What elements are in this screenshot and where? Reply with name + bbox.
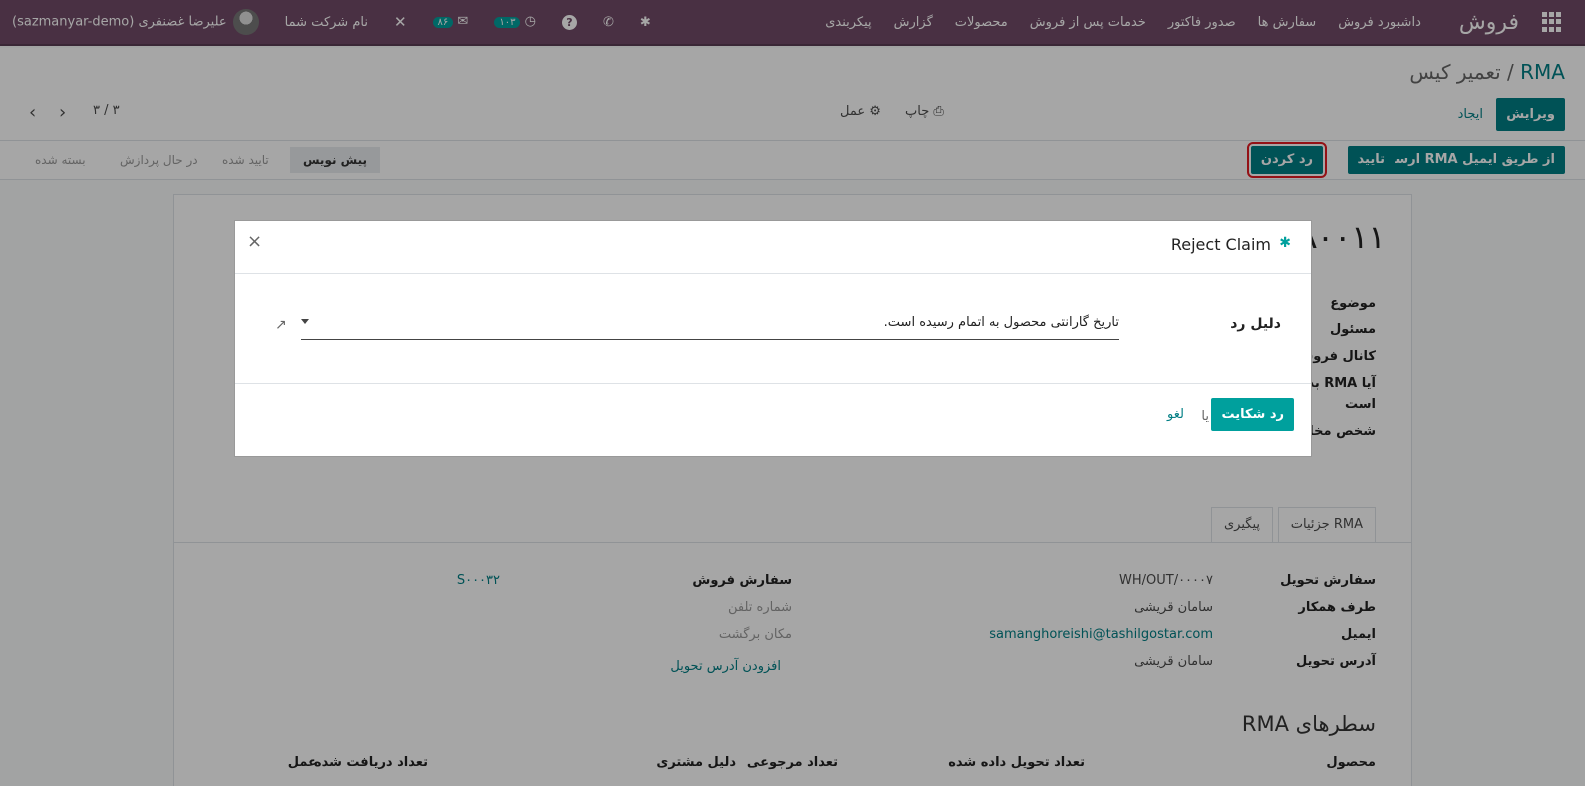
reject-claim-dialog: ✱ Reject Claim × دلیل رد تاریخ گارانتی م…	[234, 220, 1312, 457]
or-label: یا	[1201, 409, 1209, 424]
close-icon[interactable]: ×	[247, 231, 262, 252]
reject-reason-label: دلیل رد	[1230, 316, 1281, 332]
reject-claim-confirm-button[interactable]: رد شکایت	[1211, 398, 1294, 431]
external-link-icon[interactable]: ↗	[275, 317, 287, 333]
dialog-title: Reject Claim	[1170, 235, 1271, 254]
reject-reason-select[interactable]: تاریخ گارانتی محصول به اتمام رسیده است.	[301, 309, 1119, 340]
dialog-footer: رد شکایت یا لغو	[235, 383, 1311, 458]
chevron-down-icon	[301, 319, 309, 324]
cancel-link[interactable]: لغو	[1167, 407, 1184, 422]
bug-icon: ✱	[1279, 235, 1291, 251]
dialog-header: ✱ Reject Claim ×	[235, 221, 1311, 274]
reject-reason-value: تاریخ گارانتی محصول به اتمام رسیده است.	[883, 315, 1119, 330]
